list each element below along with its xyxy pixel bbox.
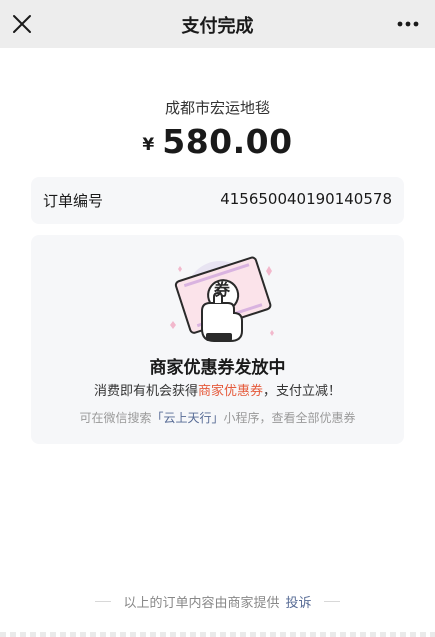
coupon-desc-prefix: 消费即有机会获得 bbox=[93, 384, 198, 399]
coupon-tip-prefix: 可在微信搜索 bbox=[79, 411, 152, 425]
footer-divider-right bbox=[323, 601, 340, 602]
nav-bar: 支付完成 bbox=[0, 0, 435, 48]
currency-symbol: ¥ bbox=[142, 135, 155, 155]
bottom-edge bbox=[0, 632, 435, 637]
order-number-card: 订单编号 415650040190140578 bbox=[31, 177, 404, 224]
coupon-card[interactable]: 券 商家优惠券发放中 消费即有机会获得商家优惠券，支付立减！ 可在微信搜索「云上… bbox=[31, 235, 404, 444]
complaint-link[interactable]: 投诉 bbox=[286, 596, 312, 611]
coupon-desc-suffix: ，支付立减！ bbox=[263, 384, 342, 399]
footer-divider-left bbox=[95, 601, 112, 602]
coupon-tip: 可在微信搜索「云上天行」小程序，查看全部优惠券 bbox=[31, 409, 404, 426]
amount-value: 580.00 bbox=[162, 122, 293, 161]
coupon-hand-icon: 券 bbox=[170, 256, 274, 342]
mini-program-link[interactable]: 「云上天行」 bbox=[151, 411, 223, 425]
coupon-desc-highlight: 商家优惠券 bbox=[197, 384, 263, 399]
coupon-illustration-text: 券 bbox=[213, 280, 231, 299]
coupon-title: 商家优惠券发放中 bbox=[149, 358, 286, 378]
order-number-value: 415650040190140578 bbox=[220, 190, 392, 208]
coupon-description: 消费即有机会获得商家优惠券，支付立减！ bbox=[31, 380, 404, 399]
footer: 以上的订单内容由商家提供 投诉 bbox=[0, 591, 435, 611]
footer-text: 以上的订单内容由商家提供 bbox=[123, 596, 280, 611]
order-number-label: 订单编号 bbox=[43, 192, 104, 210]
more-icon[interactable] bbox=[395, 12, 421, 36]
coupon-tip-suffix: 小程序，查看全部优惠券 bbox=[223, 411, 356, 425]
page-title: 支付完成 bbox=[181, 16, 254, 37]
merchant-name: 成都市宏运地毯 bbox=[164, 99, 270, 117]
payment-amount: ¥580.00 bbox=[0, 122, 435, 161]
